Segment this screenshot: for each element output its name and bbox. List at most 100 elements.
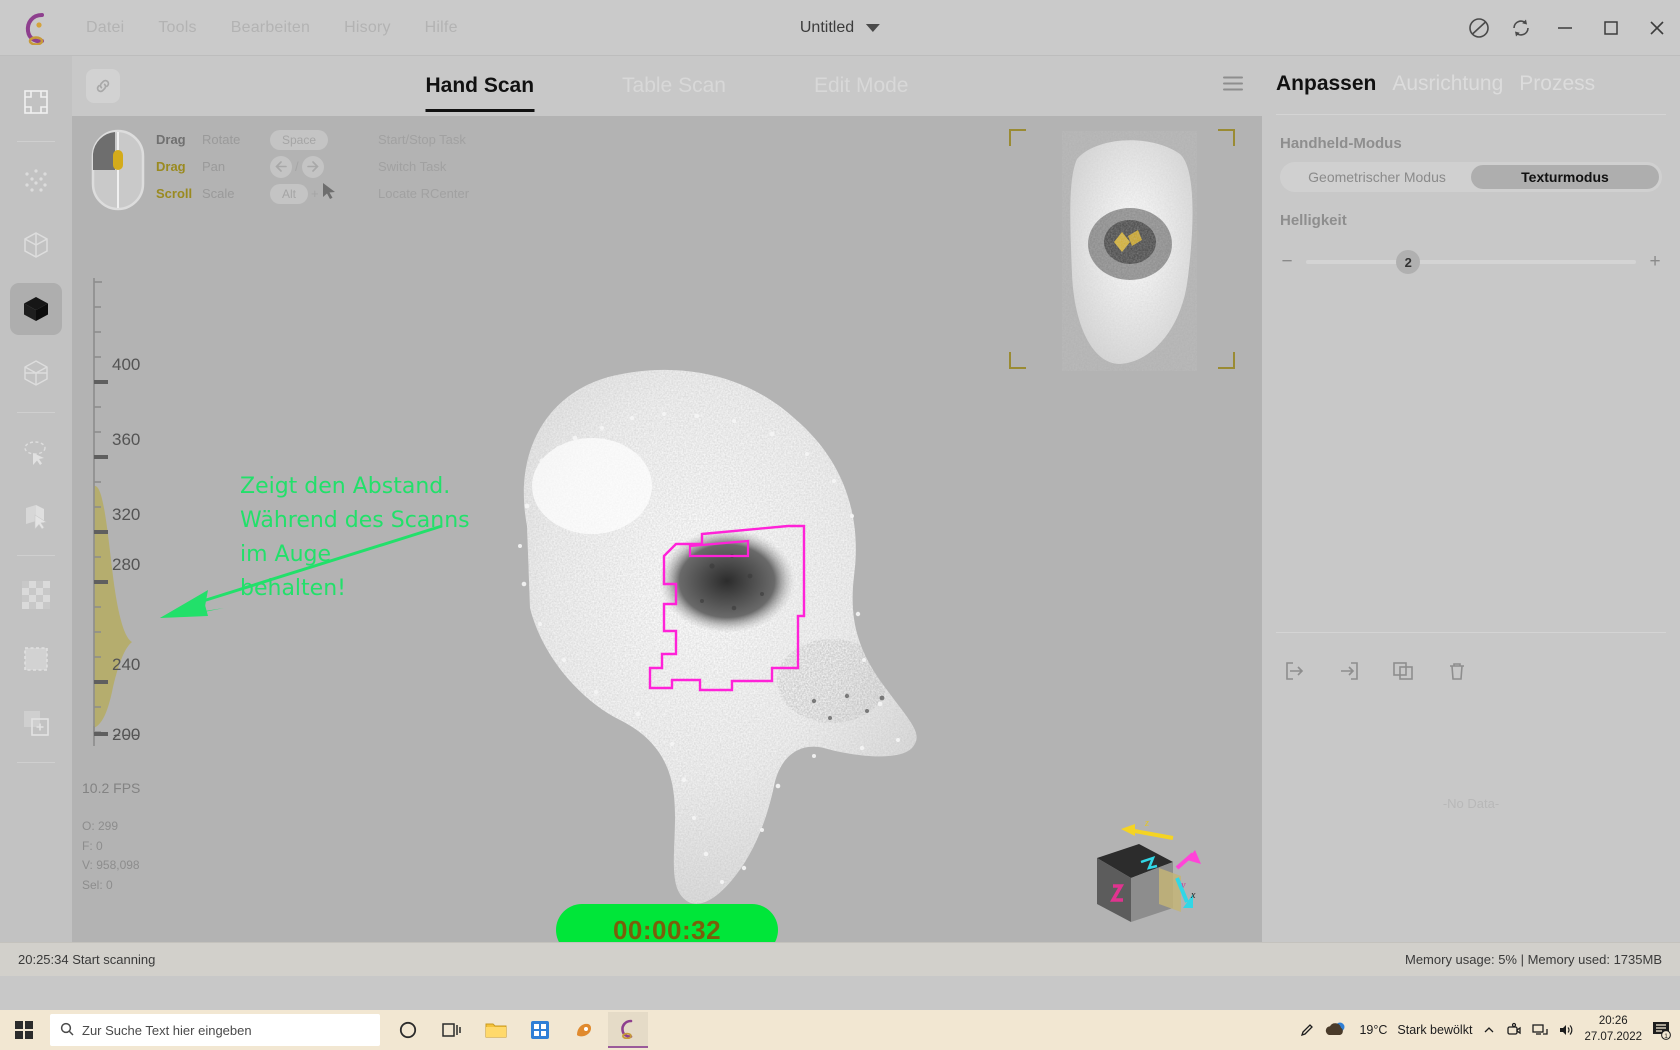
mesh-cube-icon[interactable] — [10, 347, 62, 399]
axis-gizmo[interactable]: z y x — [1077, 816, 1207, 946]
link-icon[interactable] — [86, 69, 120, 103]
point-cloud-icon[interactable] — [10, 155, 62, 207]
duplicate-icon[interactable] — [1384, 652, 1422, 690]
maximize-button[interactable] — [1588, 0, 1634, 56]
file-explorer-icon[interactable] — [476, 1012, 516, 1048]
shortcut-key: Scroll — [156, 186, 202, 201]
import-icon[interactable] — [1276, 652, 1314, 690]
scan-statistics: O: 299 F: 0 V: 958,098 Sel: 0 — [82, 817, 140, 896]
rail-divider — [17, 555, 55, 556]
tab-table-scan[interactable]: Table Scan — [578, 56, 770, 116]
ruler-tick-label: 400 — [112, 355, 140, 374]
windows-start-icon[interactable] — [0, 1010, 48, 1050]
search-input[interactable]: Zur Suche Text hier eingeben — [50, 1014, 380, 1046]
brightness-label: Helligkeit — [1262, 192, 1680, 239]
clock-time: 20:26 — [1584, 1014, 1642, 1030]
chevron-down-icon — [866, 24, 880, 32]
frame-select-icon[interactable] — [10, 76, 62, 128]
handheld-mode-toggle[interactable]: Geometrischer Modus Texturmodus — [1280, 162, 1662, 192]
viewport-toolbar: Hand Scan Table Scan Edit Mode — [72, 56, 1262, 116]
volume-icon[interactable] — [1558, 1022, 1574, 1038]
fps-counter: 10.2 FPS — [82, 780, 140, 796]
solid-cube-icon[interactable] — [10, 283, 62, 335]
notifications-icon[interactable]: 1 — [1652, 1020, 1672, 1040]
panel-section-divider — [1276, 632, 1666, 633]
tab-prozess[interactable]: Prozess — [1519, 72, 1595, 96]
minimize-button[interactable] — [1542, 0, 1588, 56]
windows-taskbar: Zur Suche Text hier eingeben — [0, 1010, 1680, 1050]
brightness-slider-track[interactable]: 2 — [1306, 260, 1636, 264]
key-chip-alt: Alt — [270, 184, 308, 204]
ruler-baseline: 200 — [72, 726, 192, 786]
slash-separator: / — [295, 159, 299, 174]
close-button[interactable] — [1634, 0, 1680, 56]
network-icon[interactable] — [1532, 1022, 1548, 1038]
rail-divider — [17, 141, 55, 142]
wireframe-cube-icon[interactable] — [10, 219, 62, 271]
ruler-tick-label: 240 — [112, 655, 140, 674]
menu-item-hilfe[interactable]: Hilfe — [425, 19, 458, 37]
search-icon — [60, 1022, 74, 1039]
camera-icon[interactable] — [1506, 1022, 1522, 1038]
lasso-select-icon[interactable] — [10, 426, 62, 478]
no-data-label: -No Data- — [1262, 796, 1680, 811]
menu-item-bearbeiten[interactable]: Bearbeiten — [231, 19, 310, 37]
microsoft-store-icon[interactable] — [520, 1012, 560, 1048]
tab-anpassen[interactable]: Anpassen — [1276, 72, 1376, 96]
tab-hand-scan[interactable]: Hand Scan — [382, 56, 579, 116]
brightness-decrease-button[interactable]: − — [1280, 251, 1294, 273]
stat-selected: Sel: 0 — [82, 876, 140, 896]
shortcut-desc: Rotate — [202, 132, 270, 147]
rail-divider — [17, 412, 55, 413]
ruler-tick-label: 360 — [112, 430, 140, 449]
chevron-up-icon[interactable] — [1482, 1023, 1496, 1037]
add-layer-icon[interactable] — [10, 697, 62, 749]
window-controls — [1458, 0, 1680, 56]
search-placeholder: Zur Suche Text hier eingeben — [82, 1023, 252, 1038]
scan-mode-icon[interactable] — [1458, 0, 1500, 56]
shortcut-desc: Scale — [202, 186, 270, 201]
title-bar: Datei Tools Bearbeiten Hisory Hilfe Unti… — [0, 0, 1680, 56]
memory-usage: Memory usage: 5% | Memory used: 1735MB — [1405, 952, 1662, 967]
app-logo-icon — [14, 5, 60, 51]
tab-edit-mode[interactable]: Edit Mode — [770, 56, 953, 116]
brightness-slider-knob[interactable]: 2 — [1396, 250, 1420, 274]
menu-item-datei[interactable]: Datei — [86, 19, 124, 37]
scanner-app-icon[interactable] — [608, 1012, 648, 1048]
properties-panel: Anpassen Ausrichtung Prozess Handheld-Mo… — [1262, 56, 1680, 976]
cortana-icon[interactable] — [388, 1012, 428, 1048]
menu-item-hisory[interactable]: Hisory — [344, 19, 391, 37]
shortcut-row: Drag Pan / Switch Task — [156, 157, 469, 176]
shortcut-key: Drag — [156, 132, 202, 147]
brightness-increase-button[interactable]: + — [1648, 251, 1662, 273]
segment-geometric-mode[interactable]: Geometrischer Modus — [1283, 165, 1471, 189]
delete-icon[interactable] — [1438, 652, 1476, 690]
shortcut-row: Drag Rotate Space Start/Stop Task — [156, 130, 469, 149]
weather-temperature: 19°C — [1359, 1023, 1387, 1037]
menu-bar: Datei Tools Bearbeiten Hisory Hilfe — [86, 19, 458, 37]
weather-icon[interactable] — [1325, 1021, 1349, 1039]
export-icon[interactable] — [1330, 652, 1368, 690]
shortcut-action: Switch Task — [378, 159, 446, 174]
segment-texture-mode[interactable]: Texturmodus — [1471, 165, 1659, 189]
tab-ausrichtung[interactable]: Ausrichtung — [1392, 72, 1503, 96]
hamburger-icon[interactable] — [1222, 75, 1244, 98]
checker-texture-icon[interactable] — [10, 569, 62, 621]
marquee-select-icon[interactable] — [10, 633, 62, 685]
pen-icon[interactable] — [1299, 1022, 1315, 1038]
document-title-dropdown[interactable]: Untitled — [800, 19, 880, 37]
sync-icon[interactable] — [1500, 0, 1542, 56]
clock[interactable]: 20:26 27.07.2022 — [1584, 1014, 1642, 1045]
rail-divider — [17, 762, 55, 763]
task-view-icon[interactable] — [432, 1012, 472, 1048]
menu-item-tools[interactable]: Tools — [158, 19, 196, 37]
application-window: Datei Tools Bearbeiten Hisory Hilfe Unti… — [0, 0, 1680, 1050]
app-icon-orange[interactable] — [564, 1012, 604, 1048]
shortcut-desc: Pan — [202, 159, 270, 174]
plane-select-icon[interactable] — [10, 490, 62, 542]
panel-tabs: Anpassen Ausrichtung Prozess — [1262, 56, 1680, 108]
ruler-tick-label-200: 200 — [112, 726, 140, 744]
3d-viewport[interactable]: Hand Scan Table Scan Edit Mode — [72, 56, 1262, 976]
taskbar-app-icons — [388, 1012, 648, 1048]
shortcut-action: Start/Stop Task — [378, 132, 466, 147]
